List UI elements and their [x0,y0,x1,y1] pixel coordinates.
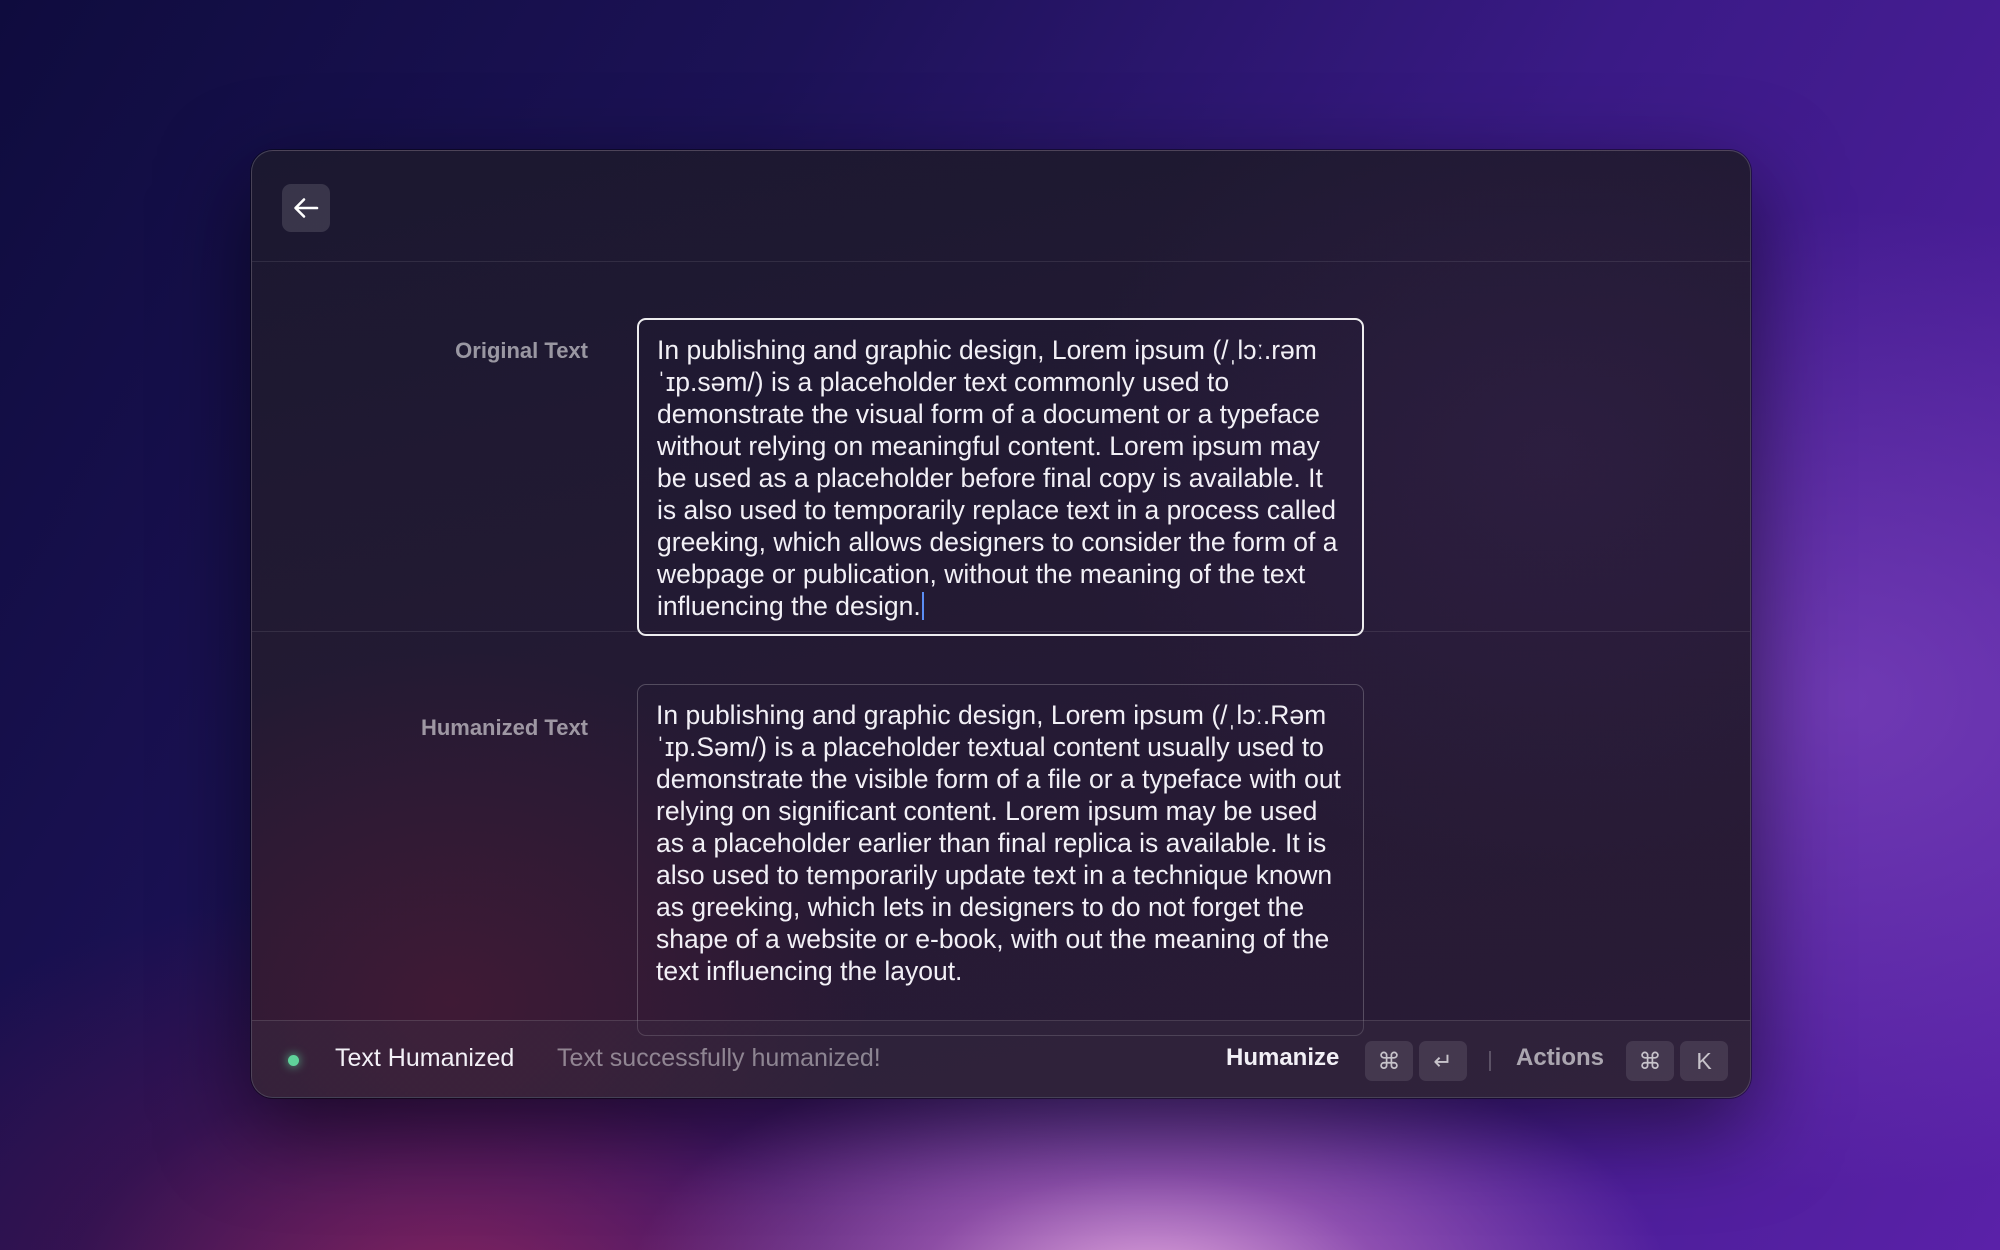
arrow-left-icon [293,197,319,219]
actions-button[interactable]: Actions [1516,1044,1604,1072]
command-key-icon: ⌘ [1365,1041,1413,1081]
status-message: Text successfully humanized! [557,1044,881,1072]
original-text-row: Original Text In publishing and graphic … [252,262,1750,636]
action-divider [1489,1051,1491,1071]
humanized-text-value: In publishing and graphic design, Lorem … [656,700,1341,986]
humanized-text-output[interactable]: In publishing and graphic design, Lorem … [637,684,1364,1036]
humanize-window: Original Text In publishing and graphic … [251,150,1751,1098]
enter-key-icon: ↵ [1419,1041,1467,1081]
status-indicator [288,1055,299,1066]
original-text-label: Original Text [455,338,588,363]
text-caret [921,592,924,620]
action-bar: Text Humanized Text successfully humaniz… [252,1020,1750,1097]
k-key-icon: K [1680,1041,1728,1081]
status-title: Text Humanized [335,1044,515,1072]
original-text-input[interactable]: In publishing and graphic design, Lorem … [637,318,1364,636]
humanize-button[interactable]: Humanize [1226,1044,1339,1072]
back-button[interactable] [282,184,330,232]
original-text-value: In publishing and graphic design, Lorem … [657,335,1338,621]
humanized-text-row: Humanized Text In publishing and graphic… [252,632,1750,1036]
humanized-text-label: Humanized Text [420,715,588,740]
command-key-icon: ⌘ [1626,1041,1674,1081]
window-header [252,151,1750,262]
